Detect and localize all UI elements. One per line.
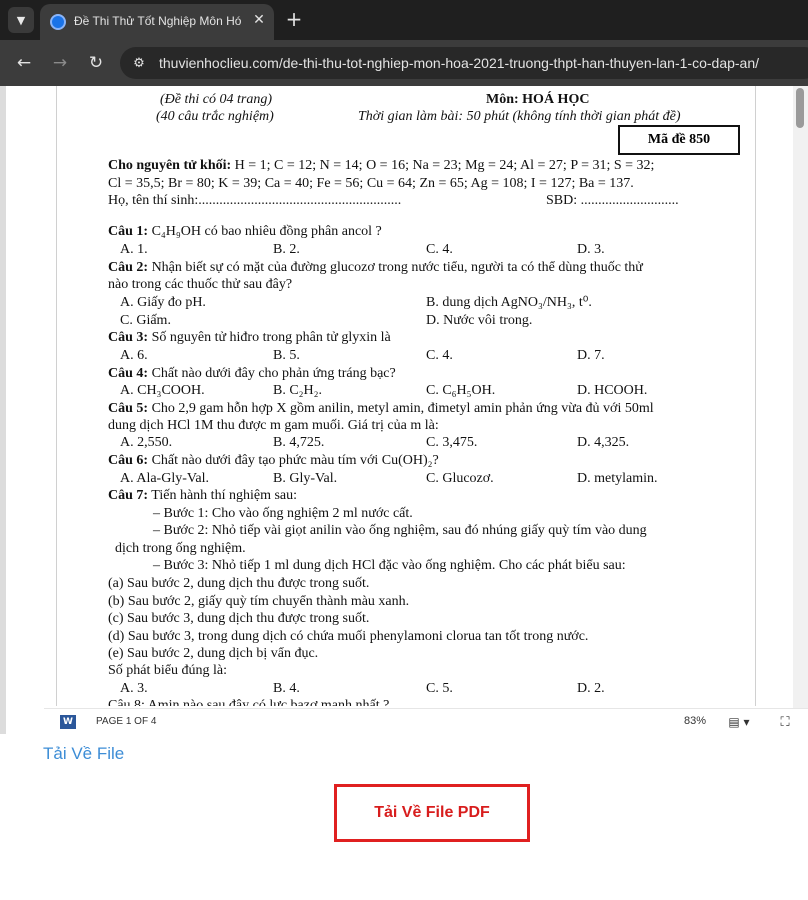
q5-option-b: B. 4,725.: [273, 435, 325, 450]
tune-icon[interactable]: ⚙: [130, 54, 148, 72]
atomic-masses-line-1: Cho nguyên tử khối: H = 1; C = 12; N = 1…: [108, 158, 655, 173]
q3-option-c: C. 4.: [426, 348, 453, 363]
q7-option-a: A. 3.: [120, 681, 148, 696]
browser-toolbar: ← → ↻ ⚙ thuvienhoclieu.com/de-thi-thu-to…: [0, 40, 808, 86]
arrow-left-icon[interactable]: ←: [12, 51, 36, 75]
viewer-gutter: [0, 86, 6, 734]
header-pages-note: (Đề thi có 04 trang): [160, 92, 272, 107]
time-label: Thời gian làm bài: 50 phút (không tính t…: [358, 109, 681, 124]
q6-option-b: B. Gly-Val.: [273, 471, 338, 486]
browser-tab[interactable]: Đề Thi Thử Tốt Nghiệp Môn Hó ✕: [40, 4, 274, 40]
q7-statement-b: (b) Sau bước 2, giấy quỳ tím chuyển thàn…: [108, 594, 410, 609]
q7-step-1: – Bước 1: Cho vào ống nghiệm 2 ml nước c…: [153, 506, 413, 521]
reload-icon[interactable]: ↻: [84, 51, 108, 75]
tab-bar: ▼ Đề Thi Thử Tốt Nghiệp Môn Hó ✕ +: [0, 0, 808, 40]
fullscreen-icon[interactable]: ⛶: [776, 713, 794, 731]
question-8-partial: Câu 8: Amin nào sau đây có lực bazơ mạnh…: [108, 698, 390, 706]
subject-label: Môn: HOÁ HỌC: [486, 92, 590, 107]
q7-step-3: – Bước 3: Nhỏ tiếp 1 ml dung dịch HCl đặ…: [153, 558, 626, 573]
globe-icon: [50, 14, 66, 30]
q7-statement-c: (c) Sau bước 3, dung dịch thu được trong…: [108, 611, 370, 626]
arrow-right-icon[interactable]: →: [48, 51, 72, 75]
scrollbar-thumb[interactable]: [796, 88, 804, 128]
chevron-down-icon: ▼: [16, 13, 26, 27]
q7-statement-e: (e) Sau bước 2, dung dịch bị vẩn đục.: [108, 646, 319, 661]
question-5-cont: dung dịch HCl 1M thu được m gam muối. Gi…: [108, 418, 439, 433]
question-2-cont: nào trong các thuốc thử sau đây?: [108, 277, 293, 292]
tab-search-button[interactable]: ▼: [8, 7, 34, 33]
q4-option-a: A. CH₃COOH.: [120, 383, 205, 398]
q7-option-b: B. 4.: [273, 681, 300, 696]
q1-option-b: B. 2.: [273, 242, 300, 257]
q6-option-a: A. Ala-Gly-Val.: [120, 471, 210, 486]
question-6: Câu 6: Chất nào dưới đây tạo phức màu tí…: [108, 453, 439, 468]
q7-option-c: C. 5.: [426, 681, 453, 696]
header-questions-note: (40 câu trắc nghiệm): [156, 109, 274, 124]
candidate-number-line: SBD: ............................: [546, 193, 679, 208]
q5-option-a: A. 2,550.: [120, 435, 173, 450]
q3-option-d: D. 7.: [577, 348, 605, 363]
url-text[interactable]: thuvienhoclieu.com/de-thi-thu-tot-nghiep…: [159, 55, 759, 71]
question-4: Câu 4: Chất nào dưới đây cho phản ứng tr…: [108, 366, 396, 381]
q5-option-c: C. 3,475.: [426, 435, 478, 450]
plus-icon[interactable]: +: [284, 9, 304, 29]
q2-option-b: B. dung dịch AgNO₃/NH₃, t⁰.: [426, 295, 592, 310]
q1-option-c: C. 4.: [426, 242, 453, 257]
q4-option-d: D. HCOOH.: [577, 383, 648, 398]
q5-option-d: D. 4,325.: [577, 435, 630, 450]
close-icon[interactable]: ✕: [250, 11, 268, 29]
zoom-level[interactable]: 83%: [684, 715, 706, 727]
exam-code-box: Mã đề 850: [618, 125, 740, 155]
q6-option-d: D. metylamin.: [577, 471, 658, 486]
tab-title: Đề Thi Thử Tốt Nghiệp Môn Hó: [74, 14, 242, 28]
q4-option-b: B. C₂H₂.: [273, 383, 323, 398]
q2-option-c: C. Giấm.: [120, 313, 171, 328]
viewer-status-bar: W PAGE 1 OF 4 83% ▤ ▾ ⛶: [44, 708, 808, 734]
q1-option-d: D. 3.: [577, 242, 605, 257]
q2-option-a: A. Giấy đo pH.: [120, 295, 206, 310]
q7-statement-a: (a) Sau bước 2, dung dịch thu được trong…: [108, 576, 370, 591]
q4-option-c: C. C₆H₅OH.: [426, 383, 496, 398]
question-5: Câu 5: Cho 2,9 gam hỗn hợp X gồm anilin,…: [108, 401, 654, 416]
document-viewer: (Đề thi có 04 trang) (40 câu trắc nghiệm…: [0, 86, 808, 734]
q7-count-prompt: Số phát biểu đúng là:: [108, 663, 227, 678]
page-count: PAGE 1 OF 4: [96, 716, 157, 727]
download-file-link[interactable]: Tải Về File: [43, 744, 124, 764]
q7-statement-d: (d) Sau bước 3, trong dung dịch có chứa …: [108, 629, 589, 644]
question-7: Câu 7: Tiến hành thí nghiệm sau:: [108, 488, 298, 503]
q3-option-a: A. 6.: [120, 348, 148, 363]
question-1: Câu 1: C₄H₉OH có bao nhiêu đồng phân anc…: [108, 224, 382, 239]
question-3: Câu 3: Số nguyên tử hiđro trong phân tử …: [108, 330, 391, 345]
document-page[interactable]: (Đề thi có 04 trang) (40 câu trắc nghiệm…: [56, 86, 756, 706]
candidate-name-line: Họ, tên thí sinh:.......................…: [108, 193, 402, 208]
word-icon: W: [60, 715, 76, 729]
q3-option-b: B. 5.: [273, 348, 300, 363]
q6-option-c: C. Glucozơ.: [426, 471, 494, 486]
document-scrollbar[interactable]: [793, 86, 808, 734]
q7-option-d: D. 2.: [577, 681, 605, 696]
address-bar[interactable]: ⚙ thuvienhoclieu.com/de-thi-thu-tot-nghi…: [120, 47, 808, 79]
view-mode-icon[interactable]: ▤ ▾: [726, 713, 752, 731]
download-pdf-button[interactable]: Tải Về File PDF: [334, 784, 530, 842]
atomic-masses-line-2: Cl = 35,5; Br = 80; K = 39; Ca = 40; Fe …: [108, 176, 634, 191]
q1-option-a: A. 1.: [120, 242, 148, 257]
q2-option-d: D. Nước vôi trong.: [426, 313, 533, 328]
q7-step-2: – Bước 2: Nhỏ tiếp vài giọt anilin vào ố…: [153, 523, 647, 538]
q7-step-2-cont: dịch trong ống nghiệm.: [115, 541, 246, 556]
question-2: Câu 2: Nhận biết sự có mặt của đường glu…: [108, 260, 643, 275]
